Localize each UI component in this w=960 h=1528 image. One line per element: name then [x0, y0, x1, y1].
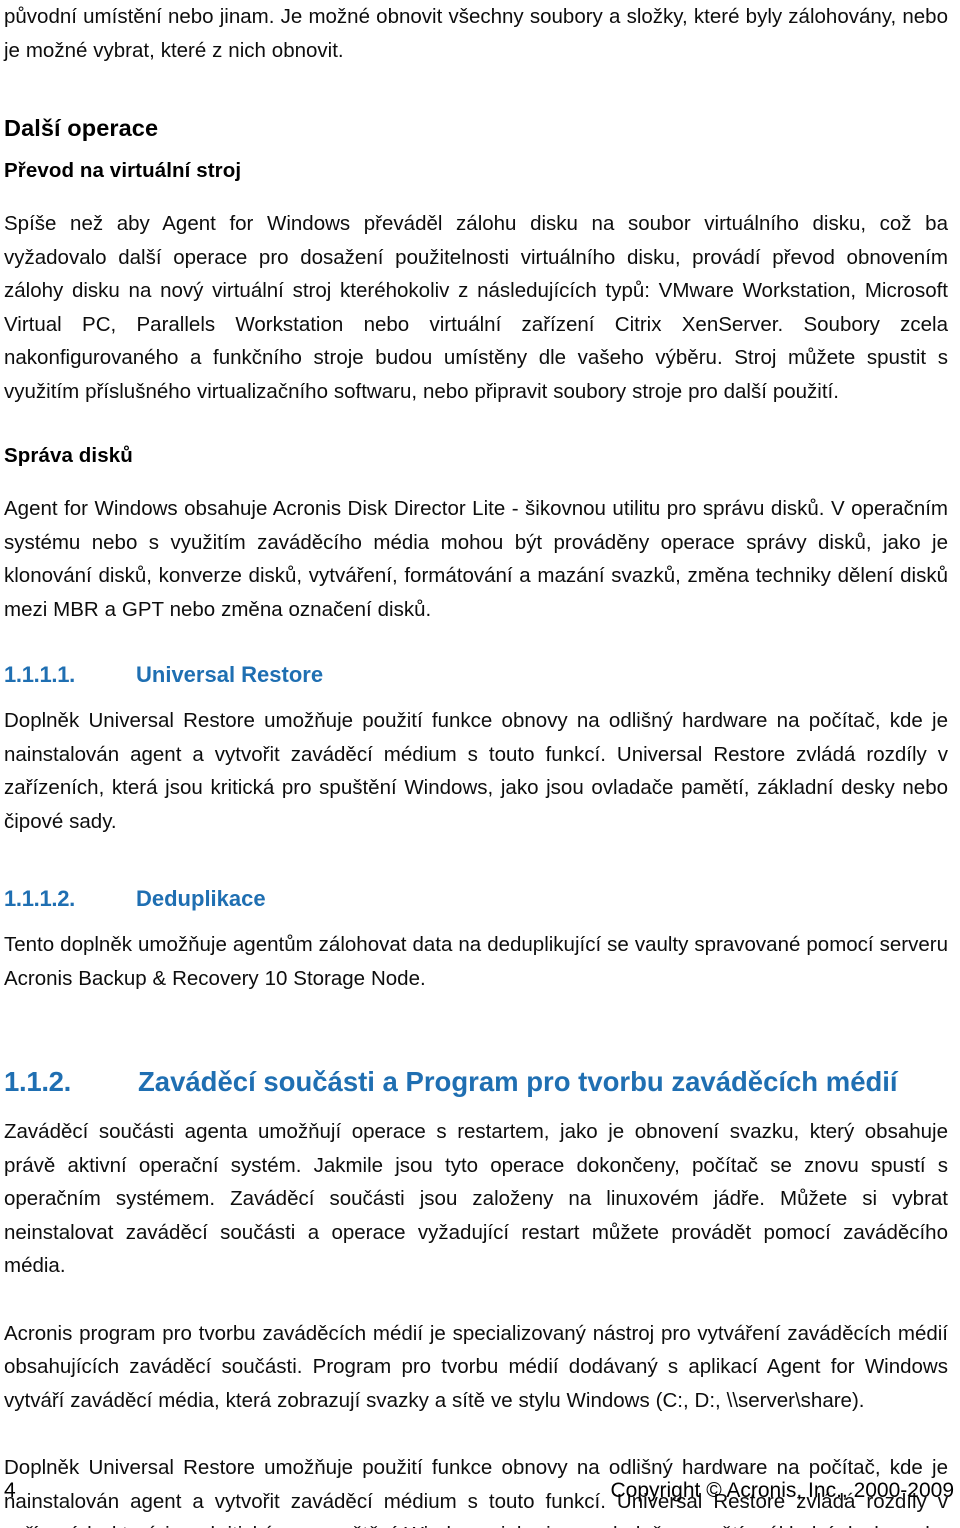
heading-convert-to-virtual-machine: Převod na virtuální stroj — [4, 159, 242, 182]
heading-deduplication: 1.1.1.2. Deduplikace — [4, 884, 948, 914]
heading-number: 1.1.1.2. — [4, 886, 75, 911]
paragraph-intro-continued: původní umístění nebo jinam. Je možné ob… — [4, 5, 948, 62]
heading-title: Zaváděcí součásti a Program pro tvorbu z… — [138, 1066, 898, 1097]
heading-title: Deduplikace — [136, 886, 266, 911]
heading-other-operations: Další operace — [4, 115, 159, 141]
page-footer: 4 Copyright © Acronis, Inc., 2000-2009 — [4, 1478, 954, 1504]
heading-disk-management: Správa disků — [4, 444, 133, 467]
paragraph-virtual-machine: Spíše než aby Agent for Windows převáděl… — [4, 212, 948, 403]
paragraph-media-builder: Acronis program pro tvorbu zaváděcích mé… — [4, 1321, 948, 1412]
heading-universal-restore: 1.1.1.1. Universal Restore — [4, 660, 948, 690]
paragraph-universal-restore: Doplněk Universal Restore umožňuje použi… — [4, 709, 948, 833]
paragraph-disk-management: Agent for Windows obsahuje Acronis Disk … — [4, 497, 948, 621]
heading-bootable-components: 1.1.2. Zaváděcí součásti a Program pro t… — [4, 1063, 948, 1101]
footer-page-number: 4 — [4, 1479, 16, 1502]
paragraph-deduplication: Tento doplněk umožňuje agentům zálohovat… — [4, 933, 948, 990]
document-page: původní umístění nebo jinam. Je možné ob… — [0, 0, 960, 1528]
heading-title: Universal Restore — [136, 662, 324, 687]
heading-number: 1.1.1.1. — [4, 662, 75, 687]
page-content: původní umístění nebo jinam. Je možné ob… — [4, 0, 948, 1528]
paragraph-bootable-components: Zaváděcí součásti agenta umožňují operac… — [4, 1120, 948, 1277]
heading-number: 1.1.2. — [4, 1066, 72, 1097]
footer-copyright: Copyright © Acronis, Inc., 2000-2009 — [610, 1479, 955, 1502]
